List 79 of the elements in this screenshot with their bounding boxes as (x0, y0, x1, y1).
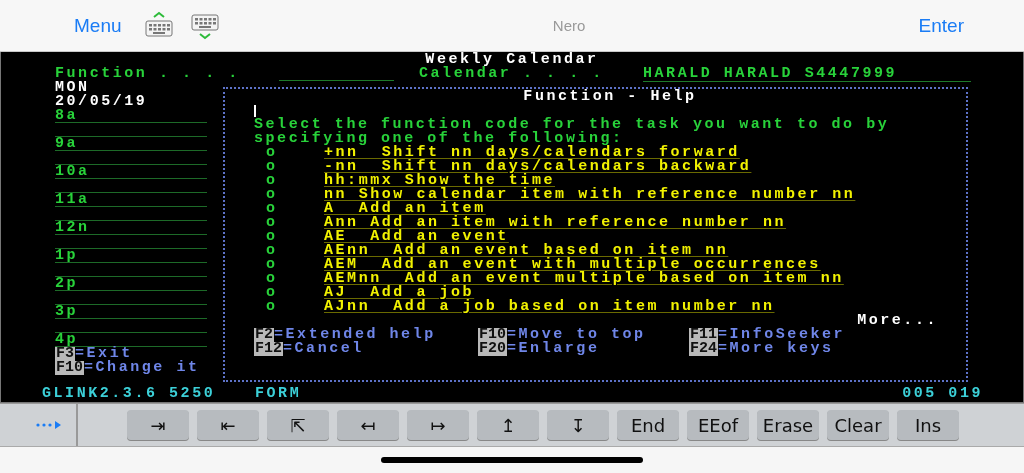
terminal-key[interactable]: ⇱ (267, 410, 329, 440)
function-key[interactable]: F2 (254, 328, 274, 342)
enter-link[interactable]: Enter (918, 14, 964, 37)
more-icon[interactable] (36, 420, 62, 430)
bullet: o (266, 272, 279, 286)
function-option: AEMnn Add an event multiple based on item nn (324, 272, 844, 286)
more-indicator: More... (857, 314, 938, 328)
terminal-key[interactable]: ↥ (477, 410, 539, 440)
terminal-key[interactable]: Erase (757, 410, 819, 440)
help-text: Select the function code for the task you want to do by (254, 118, 890, 132)
bullet: o (266, 188, 279, 202)
menu-link[interactable]: Menu (74, 14, 122, 37)
field-label: Calendar . . . . (419, 67, 605, 81)
terminal-key[interactable]: ↧ (547, 410, 609, 440)
time-slot: 8a (55, 108, 79, 123)
function-option: nn Show calendar item with reference number nn (324, 188, 856, 202)
bullet: o (266, 202, 279, 216)
key-label: =More keys (718, 342, 834, 356)
function-key[interactable]: F11 (689, 328, 718, 342)
function-option: AJnn Add a job based on item number nn (324, 300, 775, 314)
screen-title: Weekly Calendar (425, 53, 599, 67)
date-label: 20/05/19 (55, 95, 148, 109)
function-option: AEM Add an event with multiple occurrences (324, 258, 821, 272)
time-slot: 4p (55, 332, 79, 347)
bullet: o (266, 286, 279, 300)
function-option: -nn Shift nn days/calendars backward (324, 160, 752, 174)
time-slot: 9a (55, 136, 79, 151)
terminal-key[interactable]: ↦ (407, 410, 469, 440)
terminal-key[interactable]: ↤ (337, 410, 399, 440)
function-key[interactable]: F20 (478, 342, 507, 356)
time-slot: 3p (55, 304, 79, 319)
function-option: Ann Add an item with reference number nn (324, 216, 787, 230)
terminal-key[interactable]: ⇤ (197, 410, 259, 440)
key-label: =Enlarge (507, 342, 600, 356)
function-option: AEnn Add an event based on item nn (324, 244, 729, 258)
bullet: o (266, 230, 279, 244)
cursor-position: 005 019 (902, 387, 983, 401)
function-option: A Add an item (324, 202, 486, 216)
bullet: o (266, 258, 279, 272)
bullet: o (266, 244, 279, 258)
help-text: specifying one of the following: (254, 132, 624, 146)
terminal-key[interactable]: EEof (687, 410, 749, 440)
session-info: GLINK2.3.6 5250 (42, 387, 217, 401)
bullet: o (266, 146, 278, 160)
function-key[interactable]: F10 (55, 361, 84, 375)
time-slot: 2p (55, 276, 79, 291)
function-option: +nn Shift nn days/calendars forward (324, 146, 740, 160)
bullet: o (266, 300, 279, 314)
mode-indicator: FORM (255, 387, 302, 401)
day-label: MON (55, 81, 90, 95)
key-label: =Exit (75, 347, 133, 361)
field-label: Function . . . . (55, 67, 241, 81)
terminal-key[interactable]: Clear (827, 410, 889, 440)
bullet: o (266, 174, 279, 188)
key-label: =Change it (84, 361, 200, 375)
time-slot: 1p (55, 248, 79, 263)
time-slot: 11a (55, 192, 90, 207)
time-slot: 12n (55, 220, 90, 235)
calendar-value: HARALD HARALD S4447999 (643, 66, 971, 82)
terminal-key[interactable]: ⇥ (127, 410, 189, 440)
function-option: AJ Add a job (324, 286, 475, 300)
function-key[interactable]: F24 (689, 342, 718, 356)
function-key[interactable]: F12 (254, 342, 283, 356)
bullet: o (266, 160, 279, 174)
function-option: AE Add an event (324, 230, 509, 244)
function-key[interactable]: F10 (478, 328, 507, 342)
key-label: =Cancel (283, 342, 364, 356)
key-label: =InfoSeeker (718, 328, 846, 342)
key-label: =Move to top (507, 328, 646, 342)
session-title: Nero (551, 17, 587, 34)
terminal-key[interactable]: Ins (897, 410, 959, 440)
help-title: Function - Help (523, 90, 697, 104)
bullet: o (266, 216, 279, 230)
key-label: =Extended help (274, 328, 436, 342)
time-slot: 10a (55, 164, 90, 179)
function-option: hh:mmx Show the time (324, 174, 556, 188)
function-key[interactable]: F3 (55, 347, 75, 361)
terminal-key[interactable]: End (617, 410, 679, 440)
text-cursor (254, 105, 256, 117)
